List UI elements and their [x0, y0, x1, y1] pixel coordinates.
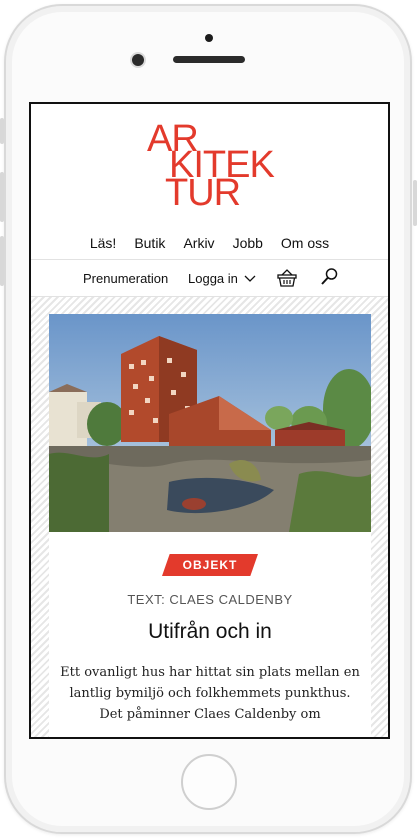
subscribe-link[interactable]: Prenumeration — [83, 271, 168, 286]
mute-switch — [0, 118, 4, 144]
nav-item-jobb[interactable]: Jobb — [224, 232, 272, 256]
basket-icon[interactable] — [276, 268, 298, 288]
nav-item-butik[interactable]: Butik — [125, 232, 174, 256]
primary-nav: Läs! Butik Arkiv Jobb Om oss — [31, 232, 388, 256]
front-camera — [205, 34, 213, 42]
screen: AR KITEK TUR Läs! Butik Arkiv Jobb Om os… — [29, 102, 390, 739]
front-sensor — [132, 54, 144, 66]
site-logo[interactable]: AR KITEK TUR — [147, 120, 275, 214]
article-photo[interactable] — [49, 314, 371, 532]
nav-divider — [31, 259, 388, 260]
nav-item-arkiv[interactable]: Arkiv — [174, 232, 223, 256]
earpiece-speaker — [173, 56, 245, 63]
article-card[interactable]: OBJEKT TEXT: CLAES CALDENBY Utifrån och … — [49, 532, 371, 737]
login-link[interactable]: Logga in — [188, 271, 238, 286]
article-lead: Ett ovanligt hus har hittat sin plats me… — [60, 665, 360, 722]
nav-item-om-oss[interactable]: Om oss — [272, 232, 338, 256]
article-title[interactable]: Utifrån och in — [49, 620, 371, 644]
secondary-nav: Prenumeration Logga in — [31, 266, 388, 294]
nav-item-las[interactable]: Läs! — [81, 232, 125, 256]
volume-up-button — [0, 172, 4, 222]
home-button[interactable] — [181, 754, 237, 810]
volume-down-button — [0, 236, 4, 286]
article-byline: TEXT: CLAES CALDENBY — [127, 592, 293, 607]
search-icon[interactable] — [319, 267, 339, 287]
category-badge[interactable]: OBJEKT — [162, 554, 258, 576]
power-button — [413, 180, 417, 226]
chevron-down-icon[interactable] — [243, 271, 257, 285]
logo-line-3: TUR — [165, 172, 241, 214]
